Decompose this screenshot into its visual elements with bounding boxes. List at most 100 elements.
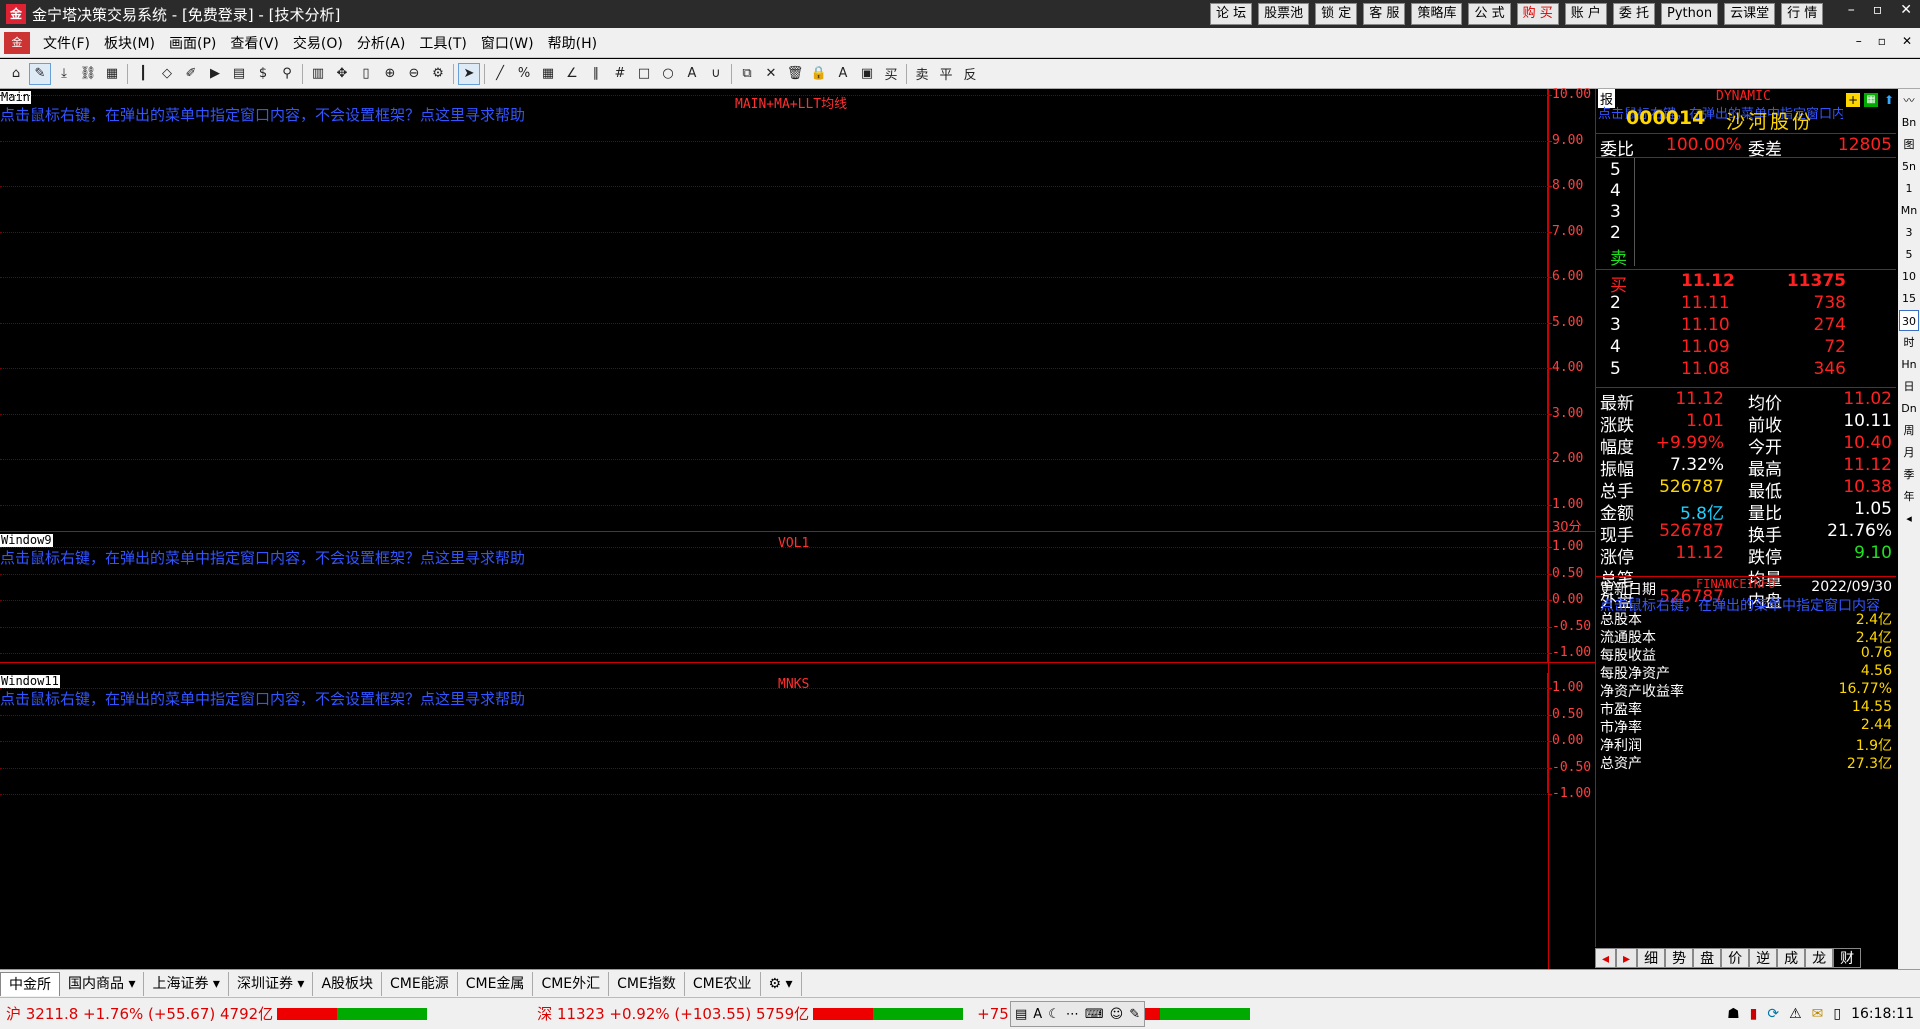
table-tool-icon[interactable]: ▤ [1015,1007,1027,1022]
book-icon[interactable]: ▯ [1833,1006,1841,1022]
period-tab[interactable]: ◂ [1899,508,1919,529]
pencil-icon[interactable]: ✎ [29,62,51,85]
rect-icon[interactable]: □ [633,63,655,85]
main-pane[interactable]: Main 点击鼠标右键，在弹出的菜单中指定窗口内容，不会设置框架？点这里寻求帮助… [0,87,1595,531]
vol-pane[interactable]: Window9 点击鼠标右键，在弹出的菜单中指定窗口内容，不会设置框架？点这里寻… [0,532,1595,662]
menu-item[interactable]: 窗口(W) [474,33,541,53]
period-tab[interactable]: 日 [1899,376,1919,397]
home-icon[interactable]: ⌂ [5,63,27,85]
period-tab[interactable]: 1 [1899,178,1919,199]
wrench-icon[interactable]: ✎ [1129,1007,1140,1022]
dots-icon[interactable]: ⋯ [1066,1007,1079,1022]
mdi-restore-icon[interactable]: ▫ [1878,34,1886,48]
trash-icon[interactable]: 🗑 [784,63,806,85]
mdi-minimize-icon[interactable]: – [1856,34,1862,48]
download-icon[interactable]: ⤓ [53,63,75,85]
add-icon[interactable]: + [1846,93,1860,107]
title-button[interactable]: Python [1661,3,1719,25]
diamond-icon[interactable]: ◇ [156,63,178,85]
close-icon[interactable]: ✕ [1900,2,1912,18]
period-tab[interactable]: 10 [1899,266,1919,287]
title-button[interactable]: 公 式 [1468,3,1511,25]
parallel-icon[interactable]: ∥ [585,63,607,85]
period-tab[interactable]: 年 [1899,486,1919,507]
title-button[interactable]: 客 服 [1363,3,1406,25]
help-hint-link[interactable]: 点击鼠标右键，在弹出的菜单中指定窗口内容，不会设置框架？点这里寻求帮助 [0,688,525,709]
period-tab[interactable]: 30 [1899,310,1919,331]
mnks-pane[interactable]: Window11 点击鼠标右键，在弹出的菜单中指定窗口内容，不会设置框架？点这里… [0,673,1595,969]
flat-icon[interactable]: 平 [935,63,957,85]
candlestick-icon[interactable]: ┃ [132,63,154,85]
menu-item[interactable]: 板块(M) [97,33,162,53]
cursor-icon[interactable]: ➤ [458,62,480,85]
panel-tab[interactable]: 龙 [1805,948,1834,968]
period-tab[interactable]: 3 [1899,222,1919,243]
period-tab[interactable]: Bn [1899,112,1919,133]
network-icon[interactable]: ☗ [1727,1006,1740,1022]
period-tab[interactable]: 图 [1899,134,1919,155]
menu-item[interactable]: 帮助(H) [541,33,604,53]
period-tab[interactable]: 5n [1899,156,1919,177]
panel-tab[interactable]: 财 [1833,948,1862,968]
market-tab[interactable]: A股板块 [313,971,383,996]
menu-item[interactable]: 画面(P) [162,33,223,53]
dollar-icon[interactable]: $ [252,63,274,85]
circle-icon[interactable]: ○ [657,63,679,85]
lock-icon[interactable]: 🔒 [808,63,830,85]
grid-icon[interactable]: ▦ [101,63,123,85]
color-icon[interactable]: A [832,63,854,85]
period-tab[interactable]: 〰 [1899,90,1919,111]
menu-logo-icon[interactable]: 金 [4,31,30,54]
sell-icon[interactable]: 卖 [911,63,933,85]
filter-icon[interactable]: ⚲ [276,63,298,85]
panel-tab[interactable]: 价 [1721,948,1750,968]
market-tab[interactable]: CME能源 [382,971,458,996]
panel-tab[interactable]: 成 [1777,948,1806,968]
title-button[interactable]: 论 坛 [1210,3,1253,25]
keyboard-icon[interactable]: ⌨ [1085,1007,1104,1022]
panel-tab[interactable]: 盘 [1693,948,1722,968]
title-button[interactable]: 购 买 [1516,3,1559,25]
database-icon[interactable]: ▮ [1750,1006,1758,1022]
sz-index[interactable]: 深 11323 +0.92% (+103.55) 5759亿 [537,1003,809,1024]
table-icon[interactable]: ▥ [307,63,329,85]
hash-icon[interactable]: # [609,63,631,85]
doc-icon[interactable]: ▤ [228,63,250,85]
panel-tab[interactable]: 逆 [1749,948,1778,968]
help-hint-link[interactable]: 点击鼠标右键，在弹出的菜单中指定窗口内容，不会设置框架？点这里寻求帮助 [0,104,525,125]
reverse-icon[interactable]: 反 [959,63,981,85]
period-tab[interactable]: 5 [1899,244,1919,265]
settings-gear-icon[interactable]: ⚙ ▾ [761,971,802,996]
grid2-icon[interactable]: ▦ [537,63,559,85]
title-button[interactable]: 云课堂 [1724,3,1776,25]
delete-icon[interactable]: ✕ [760,63,782,85]
period-tab[interactable]: 月 [1899,442,1919,463]
magnet-icon[interactable]: ∪ [705,63,727,85]
title-button[interactable]: 锁 定 [1315,3,1358,25]
menu-item[interactable]: 分析(A) [350,33,413,53]
ruler-icon[interactable]: ▯ [355,63,377,85]
period-tab[interactable]: Mn [1899,200,1919,221]
expand-icon[interactable]: ⬆ [1882,93,1896,107]
menu-item[interactable]: 查看(V) [223,33,286,53]
chart-area[interactable]: Main 点击鼠标右键，在弹出的菜单中指定窗口内容，不会设置框架？点这里寻求帮助… [0,87,1595,969]
market-tab[interactable]: CME外汇 [533,971,610,996]
play-icon[interactable]: ▶ [204,63,226,85]
edit-icon[interactable]: ✐ [180,63,202,85]
font-tool-icon[interactable]: A [1033,1007,1042,1022]
title-button[interactable]: 行 情 [1781,3,1824,25]
save-icon[interactable]: ▣ [856,63,878,85]
market-tab[interactable]: 中金所 [0,971,60,996]
market-tab[interactable]: CME农业 [685,971,761,996]
market-tab[interactable]: CME金属 [458,971,534,996]
minimize-icon[interactable]: – [1848,2,1855,18]
tab-prev-icon[interactable]: ◂ [1595,948,1617,968]
user-icon[interactable]: ☺ [1110,1007,1124,1022]
line-icon[interactable]: ╱ [489,63,511,85]
market-tab[interactable]: 上海证券 ▾ [144,971,229,996]
zoom-out-icon[interactable]: ⊖ [403,63,425,85]
period-tab[interactable]: 时 [1899,332,1919,353]
market-tab[interactable]: 深圳证券 ▾ [229,971,314,996]
title-button[interactable]: 策略库 [1411,3,1463,25]
zoom-in-icon[interactable]: ⊕ [379,63,401,85]
